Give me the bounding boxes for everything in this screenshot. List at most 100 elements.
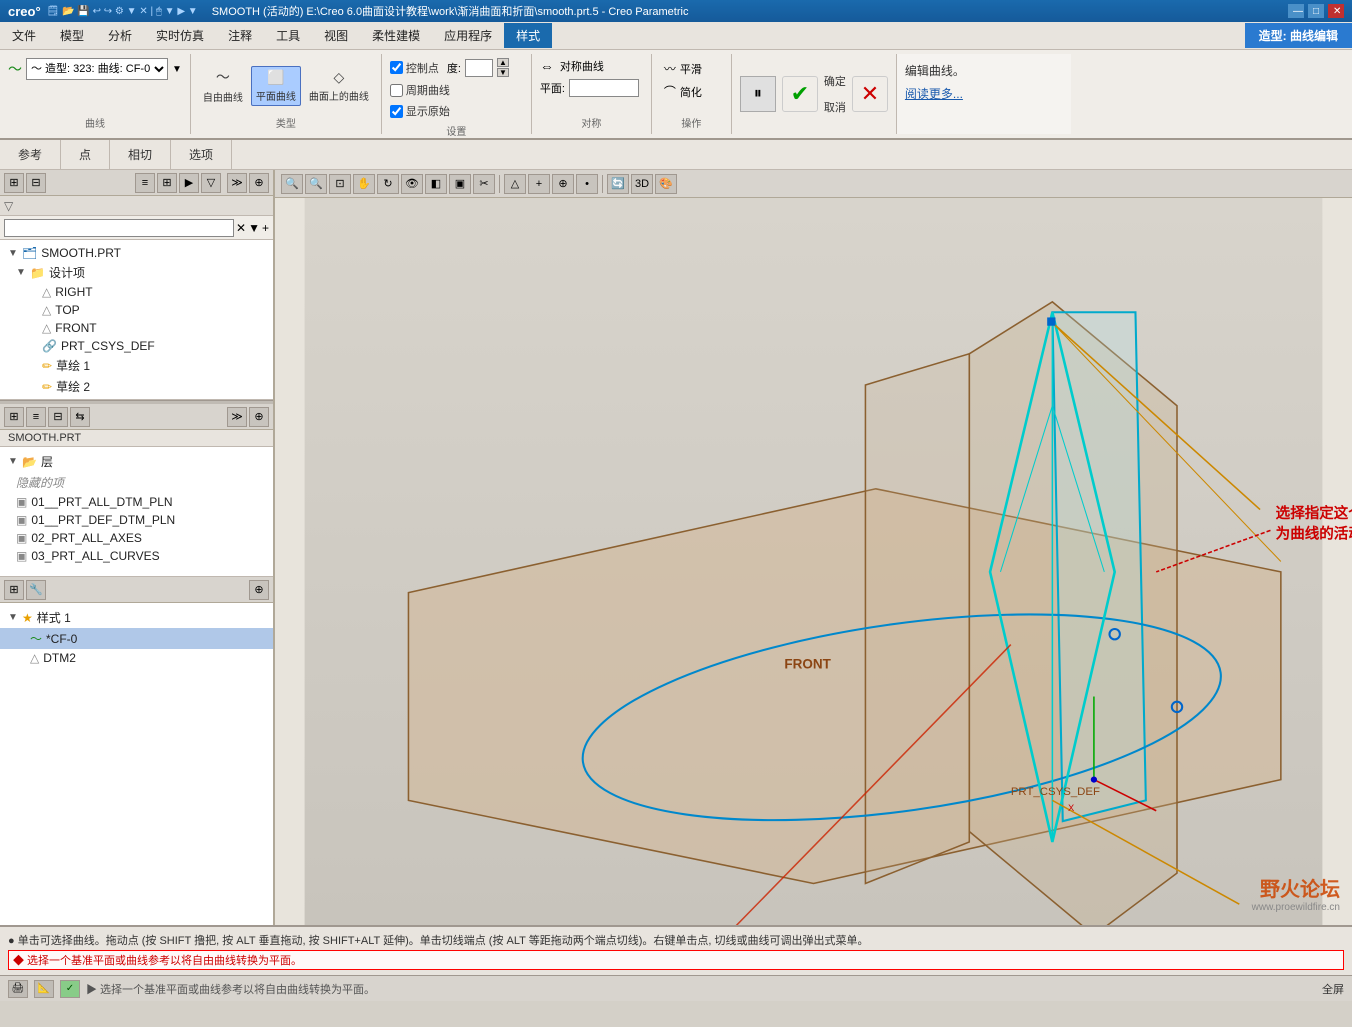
degree-up-btn[interactable]: ▲ <box>497 58 509 67</box>
show-original-checkbox[interactable] <box>390 105 403 118</box>
menu-analysis[interactable]: 分析 <box>96 23 144 48</box>
tree-item-style1[interactable]: ▼ ★ 样式 1 <box>0 607 273 628</box>
tree-item-right[interactable]: △ RIGHT <box>0 283 273 301</box>
panel-more-btn[interactable]: ⊕ <box>249 173 269 193</box>
menu-flexible[interactable]: 柔性建模 <box>360 23 432 48</box>
menu-view[interactable]: 视图 <box>312 23 360 48</box>
bottom-right-text[interactable]: 全屏 <box>1322 981 1344 997</box>
tree-label-right: RIGHT <box>55 285 92 299</box>
vt-spin-btn[interactable]: 🔄 <box>607 174 629 194</box>
tree-item-smooth[interactable]: ▼ 🗂 SMOOTH.PRT <box>0 244 273 262</box>
simplify-btn[interactable]: ⌒ 简化 <box>660 81 706 102</box>
tree-item-dtm2[interactable]: △ DTM2 <box>0 649 273 667</box>
vt-render-btn[interactable]: 🎨 <box>655 174 677 194</box>
menu-simulation[interactable]: 实时仿真 <box>144 23 216 48</box>
menu-tools[interactable]: 工具 <box>264 23 312 48</box>
panel2-settings-btn[interactable]: ≫ <box>227 407 247 427</box>
vt-pan-btn[interactable]: ✋ <box>353 174 375 194</box>
tree-item-prt-all-axes[interactable]: ▣ 02_PRT_ALL_AXES <box>0 529 273 547</box>
surface-curve-btn[interactable]: ◇ 曲面上的曲线 <box>305 67 373 105</box>
tree-item-sketch2[interactable]: ✏ 草绘 2 <box>0 376 273 397</box>
plane-input[interactable] <box>569 79 639 97</box>
pause-button[interactable]: ⏸ <box>740 76 776 112</box>
vt-view-btn[interactable]: 👁 <box>401 174 423 194</box>
bottom-icon-1[interactable]: 🖨 <box>8 980 28 998</box>
confirm-button[interactable]: ✔ <box>782 76 818 112</box>
vt-zoom-out-btn[interactable]: 🔍 <box>305 174 327 194</box>
panel-settings-btn[interactable]: ≫ <box>227 173 247 193</box>
tree-item-prt-all-curves[interactable]: ▣ 03_PRT_ALL_CURVES <box>0 547 273 565</box>
menu-bar: 文件 模型 分析 实时仿真 注释 工具 视图 柔性建模 应用程序 样式 造型: … <box>0 22 1352 50</box>
breadcrumb-label: 造型: 曲线编辑 <box>1245 23 1352 48</box>
panel2-filter-btn[interactable]: ≡ <box>26 407 46 427</box>
vt-3d-btn[interactable]: 3D <box>631 174 653 194</box>
panel2-icon-btn[interactable]: ⊞ <box>4 407 24 427</box>
menu-annotate[interactable]: 注释 <box>216 23 264 48</box>
vt-zoom-in-btn[interactable]: 🔍 <box>281 174 303 194</box>
curve-dropdown-arrow[interactable]: ▼ <box>172 64 182 75</box>
tree-item-cf0[interactable]: 〜 *CF-0 <box>0 628 273 649</box>
panel3-settings-btn[interactable]: ⊕ <box>249 580 269 600</box>
tree-item-top[interactable]: △ TOP <box>0 301 273 319</box>
panel2-more-btn[interactable]: ⊕ <box>249 407 269 427</box>
planar-curve-btn[interactable]: ⬜ 平面曲线 <box>251 66 301 106</box>
vt-datum-btn[interactable]: △ <box>504 174 526 194</box>
panel2-expand-btn[interactable]: ⇆ <box>70 407 90 427</box>
ribbon-info-link[interactable]: 阅读更多... <box>905 85 1063 102</box>
tree-item-prt-csys[interactable]: 🔗 PRT_CSYS_DEF <box>0 337 273 355</box>
cancel-button[interactable]: ✕ <box>852 76 888 112</box>
panel-expand-btn[interactable]: ▶ <box>179 173 199 193</box>
sub-tab-tangent[interactable]: 相切 <box>110 140 171 169</box>
window-max-button[interactable]: □ <box>1308 4 1324 18</box>
vt-wireframe-btn[interactable]: ▣ <box>449 174 471 194</box>
control-points-checkbox[interactable] <box>390 61 403 74</box>
tree-item-prt-all-dtm[interactable]: ▣ 01__PRT_ALL_DTM_PLN <box>0 493 273 511</box>
menu-style[interactable]: 样式 <box>504 23 552 48</box>
menu-apps[interactable]: 应用程序 <box>432 23 504 48</box>
tree-item-design[interactable]: ▼ 📁 设计项 <box>0 262 273 283</box>
vt-shading-btn[interactable]: ◧ <box>425 174 447 194</box>
panel-list-btn[interactable]: ≡ <box>135 173 155 193</box>
vt-axis-btn[interactable]: + <box>528 174 550 194</box>
ribbon-group-operations: 〰 平滑 ⌒ 简化 操作 <box>652 54 732 134</box>
panel2-grid-btn[interactable]: ⊟ <box>48 407 68 427</box>
sub-tab-options[interactable]: 选项 <box>171 140 232 169</box>
tree-item-layers[interactable]: ▼ 📂 层 <box>0 451 273 472</box>
vt-pts-btn[interactable]: • <box>576 174 598 194</box>
tree-item-front[interactable]: △ FRONT <box>0 319 273 337</box>
menu-file[interactable]: 文件 <box>0 23 48 48</box>
vt-zoom-fit-btn[interactable]: ⊡ <box>329 174 351 194</box>
degree-down-btn[interactable]: ▼ <box>497 68 509 77</box>
periodic-curve-checkbox[interactable] <box>390 84 403 97</box>
vt-section-btn[interactable]: ✂ <box>473 174 495 194</box>
tree-item-prt-def-dtm[interactable]: ▣ 01__PRT_DEF_DTM_PLN <box>0 511 273 529</box>
panel3-filter-btn[interactable]: 🔧 <box>26 580 46 600</box>
window-min-button[interactable]: — <box>1288 4 1304 18</box>
curve-dropdown[interactable]: 〜 造型: 323: 曲线: CF-0 <box>26 58 168 80</box>
panel3-icon-btn[interactable]: ⊞ <box>4 580 24 600</box>
vt-csys-btn[interactable]: ⊕ <box>552 174 574 194</box>
degree-input[interactable]: 3 <box>465 59 493 77</box>
search-add-icon[interactable]: + <box>262 221 269 235</box>
tree-icon-sketch2: ✏ <box>42 380 52 394</box>
panel-icon-btn[interactable]: ⊞ <box>4 173 24 193</box>
panel-filter-btn[interactable]: ⊟ <box>26 173 46 193</box>
tree-item-sketch1[interactable]: ✏ 草绘 1 <box>0 355 273 376</box>
panel-filter2-btn[interactable]: ▽ <box>201 173 221 193</box>
free-curve-btn[interactable]: 〜 自由曲线 <box>199 65 247 106</box>
layer-tree: ▼ 📂 层 隐藏的项 ▣ 01__PRT_ALL_DTM_PLN ▣ 01__P… <box>0 447 273 577</box>
window-close-button[interactable]: ✕ <box>1328 4 1344 18</box>
search-dropdown-icon[interactable]: ▼ <box>248 221 260 235</box>
smooth-btn[interactable]: 〰 平滑 <box>660 58 706 79</box>
menu-model[interactable]: 模型 <box>48 23 96 48</box>
panel-grid-btn[interactable]: ⊞ <box>157 173 177 193</box>
sub-tab-reference[interactable]: 参考 <box>0 140 61 169</box>
titlebar-controls[interactable]: — □ ✕ <box>1288 4 1344 18</box>
bottom-icon-2[interactable]: 📐 <box>34 980 54 998</box>
sub-tab-points[interactable]: 点 <box>61 140 110 169</box>
search-clear-icon[interactable]: ✕ <box>236 221 246 235</box>
vt-rotate-btn[interactable]: ↻ <box>377 174 399 194</box>
viewport[interactable]: 🔍 🔍 ⊡ ✋ ↻ 👁 ◧ ▣ ✂ △ + ⊕ • 🔄 3D 🎨 <box>275 170 1352 925</box>
tree-search-input[interactable] <box>4 219 234 237</box>
3d-canvas[interactable]: FRONT TOP PRT_CSYS_DEF X RIGHT DTM2 选择指定… <box>275 198 1352 925</box>
